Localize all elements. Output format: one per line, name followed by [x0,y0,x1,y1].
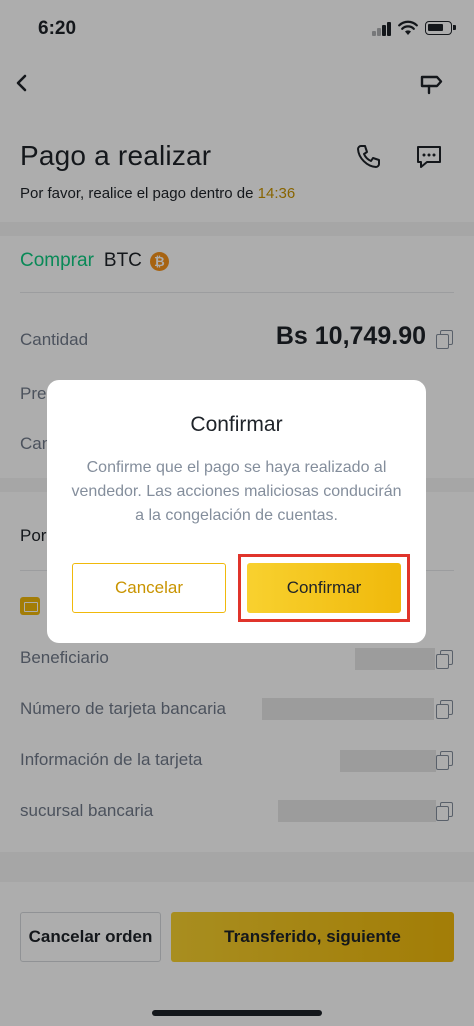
dialog-title: Confirmar [190,413,283,436]
dialog-confirm-button[interactable]: Confirmar [247,563,401,613]
dialog-message: Confirme que el pago se haya realizado a… [71,459,402,524]
dialog-cancel-button[interactable]: Cancelar [72,563,226,613]
payment-screen: 6:20 Pago a realizar Por favor, realice … [0,0,474,1026]
confirm-dialog: Confirmar Confirme que el pago se haya r… [47,380,426,643]
